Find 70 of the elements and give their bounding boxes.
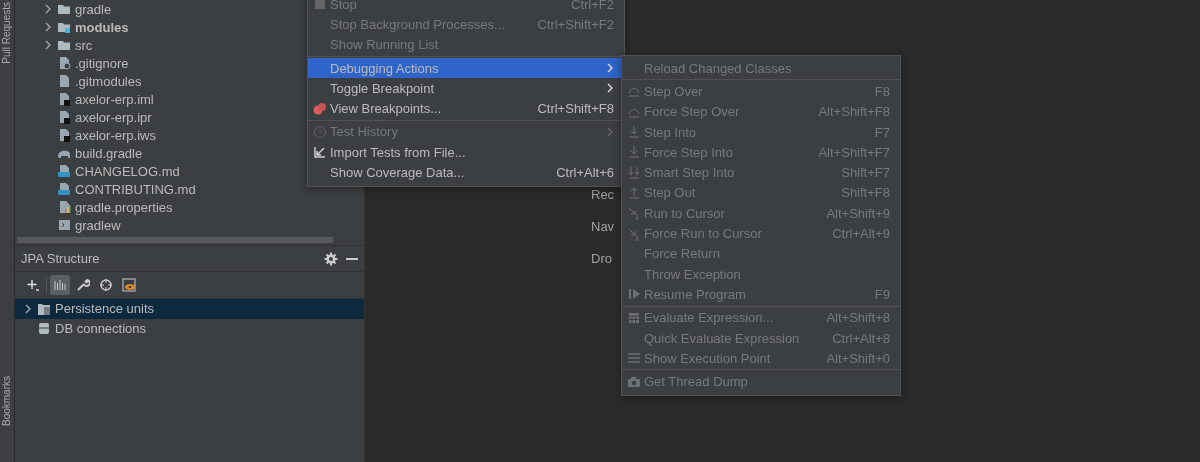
scrollbar[interactable]	[17, 237, 333, 243]
file-icon	[57, 92, 71, 106]
settings-icon	[324, 251, 338, 266]
chevron-right-icon[interactable]	[23, 303, 33, 314]
tree-item[interactable]: src	[75, 37, 93, 53]
toolbar-button[interactable]	[119, 275, 139, 295]
wrench-icon	[76, 278, 90, 292]
step-out-icon	[627, 185, 641, 200]
minimize-icon	[346, 257, 358, 260]
chevron-right-icon[interactable]	[43, 40, 53, 50]
lines-icon	[627, 351, 641, 366]
chevron-right-icon[interactable]	[43, 22, 53, 32]
tree-item-label: Persistence units	[55, 301, 154, 317]
breakpoints-icon	[313, 101, 327, 116]
cursor-icon	[627, 226, 641, 241]
cursor-icon	[627, 206, 641, 221]
file-icon	[57, 56, 71, 70]
tree-item[interactable]: CONTRIBUTING.md	[75, 181, 196, 197]
folder-icon	[57, 38, 71, 52]
properties-file-icon	[57, 200, 71, 214]
toolbar-button[interactable]	[50, 275, 70, 295]
tree-item[interactable]: .gitignore	[75, 55, 129, 71]
window-eye-icon	[122, 278, 136, 292]
bookmarks-tab[interactable]: Bookmarks	[1, 376, 13, 426]
bars-icon	[53, 278, 67, 292]
file-icon	[57, 110, 71, 124]
folder-list-icon	[37, 301, 51, 316]
tree-item[interactable]: gradle	[75, 1, 112, 17]
tree-row[interactable]: DB connections	[15, 318, 364, 338]
tree-item[interactable]: axelor-erp.iws	[75, 127, 156, 143]
menu-item[interactable]: Debugging Actions	[308, 57, 624, 79]
tree-item[interactable]: axelor-erp.ipr	[75, 109, 152, 125]
tree-item[interactable]: CHANGELOG.md	[75, 163, 180, 179]
folder-icon	[57, 2, 71, 16]
tree-item-label: DB connections	[55, 320, 147, 336]
chevron-right-icon[interactable]	[43, 4, 53, 14]
tree-item[interactable]: gradlew	[75, 217, 121, 233]
resume-icon	[627, 287, 641, 302]
tree-item[interactable]: .gitmodules	[75, 73, 142, 89]
import-icon	[313, 145, 327, 160]
menu-item[interactable]: View Breakpoints... Ctrl+Shift+F8	[308, 98, 624, 119]
camera-icon	[627, 374, 641, 389]
folder-icon	[57, 20, 71, 34]
markdown-icon	[57, 182, 71, 196]
calculator-icon	[627, 310, 641, 325]
panel-title: JPA Structure	[21, 251, 101, 266]
tree-item[interactable]: modules	[75, 19, 129, 35]
file-icon	[57, 74, 71, 88]
tree-row[interactable]: Persistence units	[15, 299, 364, 319]
clock-icon	[313, 124, 327, 139]
file-icon	[57, 128, 71, 142]
menu-item[interactable]: Import Tests from File...	[308, 142, 624, 163]
database-icon	[37, 321, 51, 336]
tree-item[interactable]: build.gradle	[75, 145, 143, 161]
menu-item[interactable]: Toggle Breakpoint	[308, 78, 624, 99]
add-icon	[26, 278, 40, 292]
pull-requests-tab[interactable]: Pull Requests	[1, 2, 13, 64]
tree-item[interactable]: axelor-erp.iml	[75, 91, 154, 107]
step-into-icon	[627, 165, 641, 180]
crosshair-icon	[99, 278, 113, 292]
script-icon	[57, 218, 71, 232]
markdown-icon	[57, 164, 71, 178]
step-into-icon	[627, 125, 641, 140]
editor-hint: Rec	[591, 187, 615, 203]
editor-hint: Nav	[591, 219, 615, 235]
editor-hint: Dro	[591, 251, 612, 267]
menu-item[interactable]: Show Coverage Data... Ctrl+Alt+6	[308, 162, 624, 183]
tree-item[interactable]: gradle.properties	[75, 199, 173, 215]
step-into-icon	[627, 145, 641, 160]
stop-icon	[313, 0, 327, 12]
